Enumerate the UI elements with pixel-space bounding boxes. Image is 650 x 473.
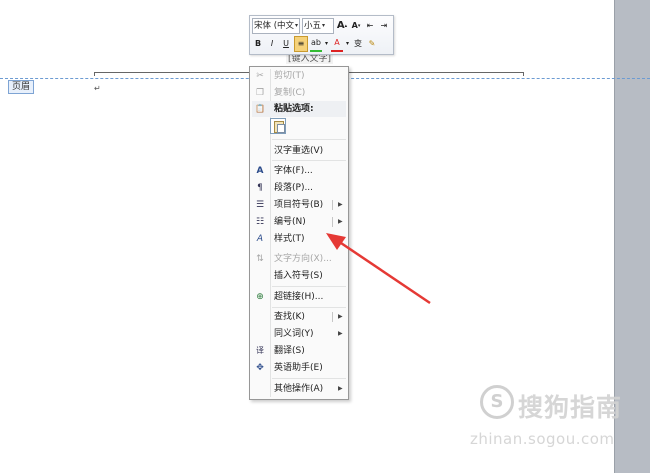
sogou-logo-icon: S (480, 385, 514, 419)
arrow-shaft (337, 239, 431, 305)
arrow-head-icon (326, 233, 346, 250)
watermark-title: 搜狗指南 (518, 393, 623, 422)
watermark-url: zhinan.sogou.com (470, 430, 615, 448)
